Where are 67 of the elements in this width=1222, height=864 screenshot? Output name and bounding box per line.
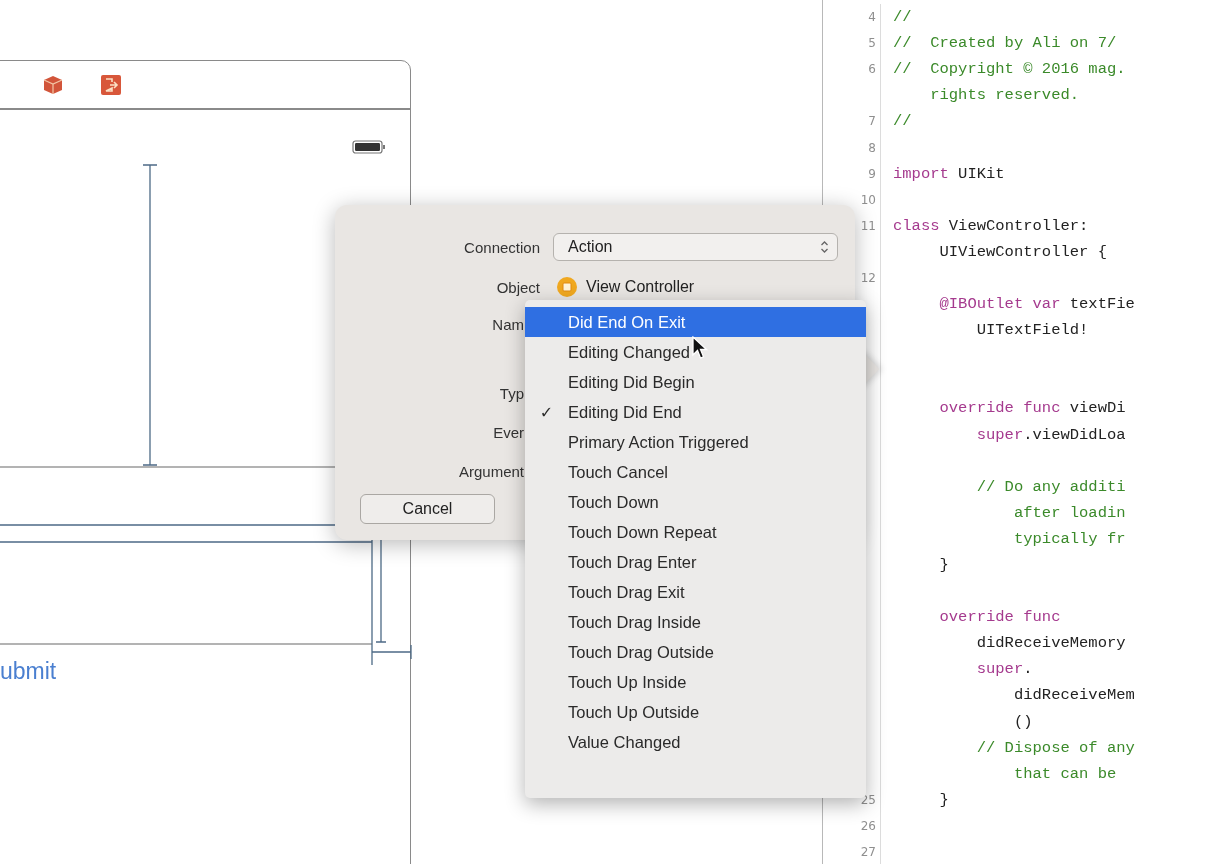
line-number: 9 bbox=[868, 166, 876, 181]
code-line: @IBOutlet var textFie bbox=[938, 295, 1135, 314]
code-line: // Dispose of any bbox=[975, 738, 1135, 757]
code-line: super.viewDidLoa bbox=[975, 425, 1126, 444]
cube-icon[interactable] bbox=[42, 73, 64, 96]
line-number: 6 bbox=[868, 62, 876, 77]
code-line: UITextField! bbox=[975, 321, 1089, 340]
battery-icon bbox=[352, 140, 386, 154]
menu-item[interactable]: Editing Changed bbox=[525, 337, 866, 367]
menu-item[interactable]: Did End On Exit bbox=[525, 307, 866, 337]
code-line: () bbox=[1012, 712, 1033, 731]
field-label: Argument bbox=[458, 463, 524, 480]
code-line: // bbox=[892, 112, 912, 131]
line-number: 7 bbox=[868, 114, 876, 129]
field-label: Connection bbox=[464, 238, 540, 256]
field-label: Ever bbox=[493, 424, 524, 441]
line-number: 27 bbox=[860, 845, 876, 860]
menu-item[interactable]: Touch Drag Inside bbox=[525, 607, 866, 637]
code-line: UIViewController { bbox=[938, 242, 1107, 261]
code-line: after loadin bbox=[1012, 503, 1126, 522]
code-line: override func viewDi bbox=[938, 399, 1126, 418]
code-line: typically fr bbox=[1012, 529, 1126, 548]
code-line: didReceiveMemory bbox=[975, 634, 1126, 653]
code-line: class ViewController: bbox=[892, 216, 1089, 235]
field-label: Typ bbox=[499, 385, 524, 402]
menu-item[interactable]: Touch Down Repeat bbox=[525, 517, 866, 547]
code-line: that can be bbox=[1012, 764, 1117, 783]
line-number: 8 bbox=[868, 140, 876, 155]
menu-item[interactable]: Value Changed bbox=[525, 727, 866, 757]
menu-item[interactable]: ✓ Editing Did End bbox=[525, 397, 866, 427]
line-number: 12 bbox=[860, 271, 876, 285]
line-number: 11 bbox=[860, 218, 876, 233]
stepper-chevrons-icon bbox=[820, 240, 829, 254]
menu-item[interactable]: Touch Up Outside bbox=[525, 697, 866, 727]
menu-item[interactable]: Touch Up Inside bbox=[525, 667, 866, 697]
menu-item[interactable]: Touch Drag Outside bbox=[525, 637, 866, 667]
code-line: super. bbox=[975, 660, 1033, 679]
code-line: override func bbox=[938, 608, 1061, 627]
connection-popup[interactable]: Action bbox=[553, 233, 838, 261]
line-number: 4 bbox=[868, 10, 876, 25]
cancel-button[interactable]: Cancel bbox=[360, 494, 495, 524]
view-controller-icon bbox=[556, 276, 578, 298]
menu-item[interactable]: Primary Action Triggered bbox=[525, 427, 866, 457]
code-line: } bbox=[938, 790, 949, 809]
code-line: // Created by Ali on 7/ bbox=[892, 34, 1117, 53]
submit-button-label: ubmit bbox=[0, 658, 57, 685]
check-mark: ✓ bbox=[539, 402, 554, 422]
menu-item[interactable]: Editing Did Begin bbox=[525, 367, 866, 397]
code-line: } bbox=[938, 556, 949, 574]
code-line: // Copyright © 2016 mag. bbox=[892, 60, 1126, 79]
mouse-pointer-icon bbox=[692, 336, 708, 360]
field-label: Nam bbox=[492, 316, 524, 333]
code-line: // bbox=[892, 8, 912, 27]
menu-item[interactable]: Touch Drag Enter bbox=[525, 547, 866, 577]
menu-item[interactable]: Touch Down bbox=[525, 487, 866, 517]
code-line: rights reserved. bbox=[929, 86, 1080, 105]
exit-icon[interactable] bbox=[100, 73, 122, 96]
line-number: 5 bbox=[868, 36, 876, 51]
object-value: View Controller bbox=[586, 278, 695, 296]
menu-item[interactable]: Touch Drag Exit bbox=[525, 577, 866, 607]
code-line: // Do any additi bbox=[975, 477, 1126, 496]
line-number: 26 bbox=[860, 818, 876, 833]
line-number: 10 bbox=[860, 192, 876, 207]
field-label: Object bbox=[496, 278, 540, 296]
code-line: import UIKit bbox=[892, 164, 1005, 183]
menu-item[interactable]: Touch Cancel bbox=[525, 457, 866, 487]
code-line: didReceiveMem bbox=[1012, 686, 1135, 705]
